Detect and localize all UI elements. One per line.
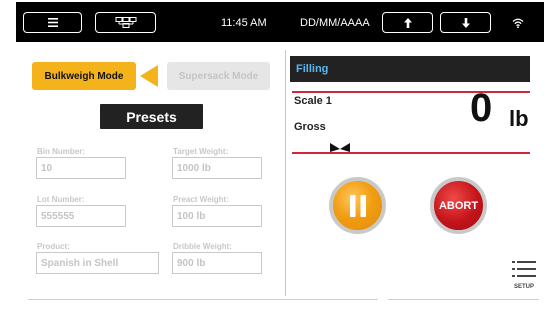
product-field[interactable]: Spanish in Shell bbox=[36, 252, 159, 274]
presets-button[interactable]: Presets bbox=[100, 104, 203, 129]
setup-label: SETUP bbox=[513, 284, 534, 290]
scroll-up-button[interactable] bbox=[382, 12, 433, 33]
pause-icon bbox=[349, 194, 366, 217]
bulkweigh-mode-button[interactable]: Bulkweigh Mode bbox=[32, 62, 136, 90]
bottom-rule-right bbox=[388, 299, 539, 300]
target-weight-label: Target Weight: bbox=[173, 147, 229, 156]
supersack-mode-button[interactable]: Supersack Mode bbox=[167, 62, 270, 90]
product-label: Product: bbox=[37, 242, 70, 251]
bin-number-field[interactable]: 10 bbox=[36, 157, 126, 179]
down-arrow-icon bbox=[461, 17, 470, 28]
bowtie-marker-icon bbox=[330, 143, 350, 152]
network-button[interactable] bbox=[95, 12, 156, 33]
weight-value: 0 bbox=[470, 86, 493, 130]
menu-button[interactable] bbox=[23, 12, 82, 33]
dribble-weight-field[interactable]: 900 lb bbox=[172, 252, 262, 274]
preact-weight-field[interactable]: 100 lb bbox=[172, 205, 262, 227]
wifi-status bbox=[512, 12, 524, 33]
top-status-bar: 11:45 AM DD/MM/AAAA bbox=[16, 2, 544, 42]
selected-mode-arrow-icon bbox=[140, 65, 158, 87]
preact-weight-label: Preact Weight: bbox=[173, 195, 229, 204]
up-arrow-icon bbox=[403, 17, 412, 28]
weight-mode: Gross bbox=[294, 121, 326, 133]
wifi-icon bbox=[512, 18, 524, 28]
lot-number-field[interactable]: 555555 bbox=[36, 205, 126, 227]
network-nodes-icon bbox=[115, 17, 136, 28]
bottom-rule-left bbox=[28, 299, 378, 300]
setup-button[interactable]: SETUP bbox=[509, 260, 539, 290]
status-divider-bottom bbox=[292, 152, 530, 154]
dribble-weight-label: Dribble Weight: bbox=[173, 242, 232, 251]
scroll-down-button[interactable] bbox=[440, 12, 491, 33]
setup-list-icon bbox=[512, 261, 536, 277]
lot-number-label: Lot Number: bbox=[37, 195, 85, 204]
panel-divider bbox=[285, 50, 286, 296]
menu-icon bbox=[47, 18, 58, 27]
scale-name: Scale 1 bbox=[294, 95, 332, 107]
status-divider-top bbox=[292, 91, 530, 93]
pause-button[interactable] bbox=[329, 177, 386, 234]
date-format: DD/MM/AAAA bbox=[300, 16, 370, 29]
target-weight-field[interactable]: 1000 lb bbox=[172, 157, 262, 179]
abort-button[interactable]: ABORT bbox=[430, 177, 487, 234]
fill-status-banner: Filling bbox=[290, 56, 530, 82]
clock-time: 11:45 AM bbox=[221, 16, 267, 29]
weight-unit: lb bbox=[509, 106, 529, 131]
bin-number-label: Bin Number: bbox=[37, 147, 85, 156]
